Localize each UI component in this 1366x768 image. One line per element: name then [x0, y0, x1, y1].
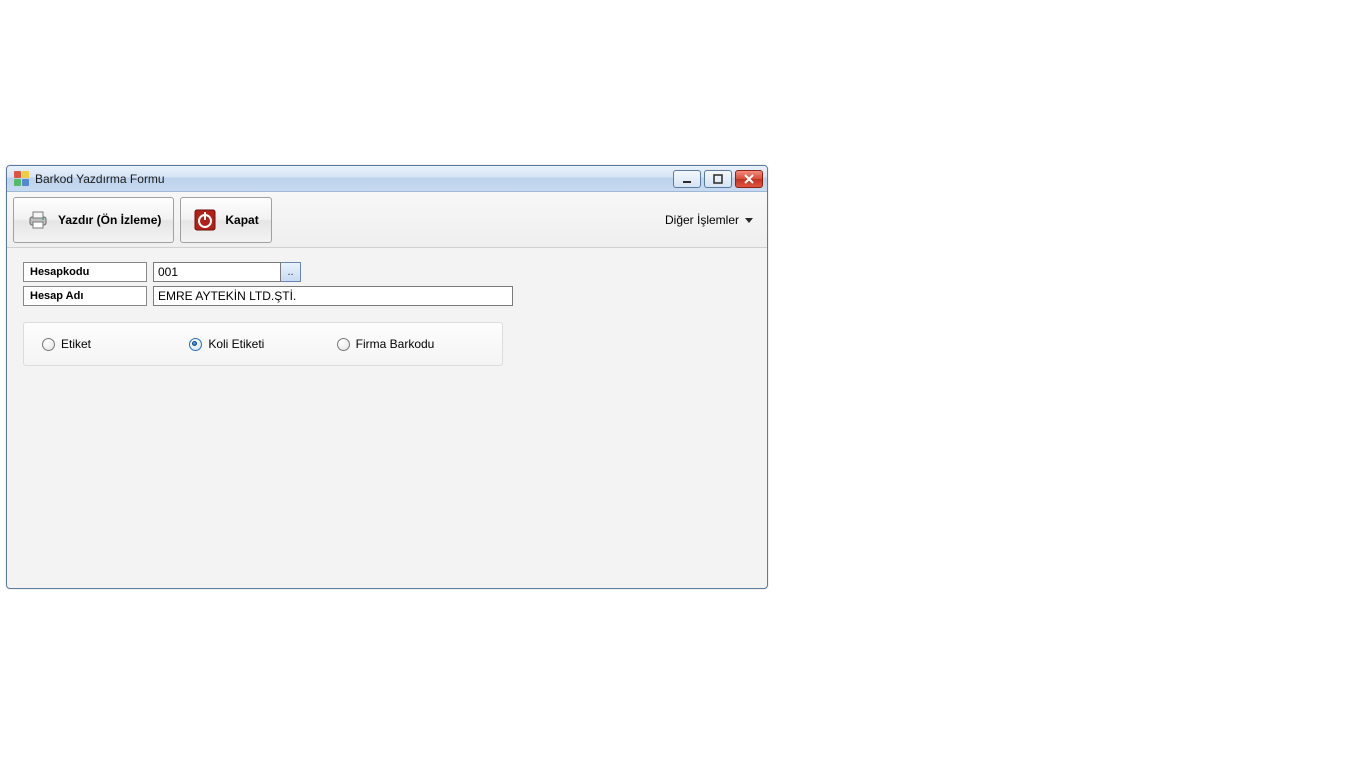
radio-firma-barkodu-label: Firma Barkodu — [356, 337, 435, 351]
radio-option-firma-barkodu[interactable]: Firma Barkodu — [337, 337, 484, 351]
maximize-button[interactable] — [704, 170, 732, 188]
minimize-icon — [681, 174, 693, 184]
close-window-button[interactable] — [735, 170, 763, 188]
hesap-adi-label: Hesap Adı — [23, 286, 147, 306]
ellipsis-icon: .. — [287, 266, 293, 278]
hesap-kodu-lookup-button[interactable]: .. — [281, 262, 301, 282]
chevron-down-icon — [745, 213, 753, 227]
radio-koli-etiketi-label: Koli Etiketi — [208, 337, 264, 351]
radio-option-koli-etiketi[interactable]: Koli Etiketi — [189, 337, 336, 351]
radio-etiket-label: Etiket — [61, 337, 91, 351]
radio-firma-barkodu[interactable] — [337, 338, 350, 351]
hesap-kodu-input[interactable] — [153, 262, 281, 282]
more-operations-label: Diğer İşlemler — [665, 213, 739, 227]
app-icon — [13, 171, 29, 187]
minimize-button[interactable] — [673, 170, 701, 188]
print-preview-button[interactable]: Yazdır (Ön İzleme) — [13, 197, 174, 243]
print-preview-label: Yazdır (Ön İzleme) — [58, 213, 161, 227]
hesap-adi-input[interactable] — [153, 286, 513, 306]
radio-koli-etiketi[interactable] — [189, 338, 202, 351]
row-hesap-adi: Hesap Adı — [23, 286, 751, 306]
maximize-icon — [712, 174, 724, 184]
more-operations-dropdown[interactable]: Diğer İşlemler — [657, 205, 761, 235]
client-area: Hesapkodu .. Hesap Adı Etiket Koli Etike… — [7, 248, 767, 588]
close-icon — [743, 174, 755, 184]
toolbar: Yazdır (Ön İzleme) Kapat Diğer İşlemler — [7, 192, 767, 248]
radio-etiket[interactable] — [42, 338, 55, 351]
window-frame: Barkod Yazdırma Formu Yaz — [6, 165, 768, 589]
row-hesap-kodu: Hesapkodu .. — [23, 262, 751, 282]
radio-option-etiket[interactable]: Etiket — [42, 337, 189, 351]
close-button-label: Kapat — [225, 213, 258, 227]
window-title: Barkod Yazdırma Formu — [35, 172, 165, 186]
power-off-icon — [193, 208, 217, 232]
print-type-radio-group: Etiket Koli Etiketi Firma Barkodu — [23, 322, 503, 366]
close-button[interactable]: Kapat — [180, 197, 271, 243]
hesap-kodu-label: Hesapkodu — [23, 262, 147, 282]
printer-icon — [26, 208, 50, 232]
titlebar[interactable]: Barkod Yazdırma Formu — [7, 166, 767, 192]
